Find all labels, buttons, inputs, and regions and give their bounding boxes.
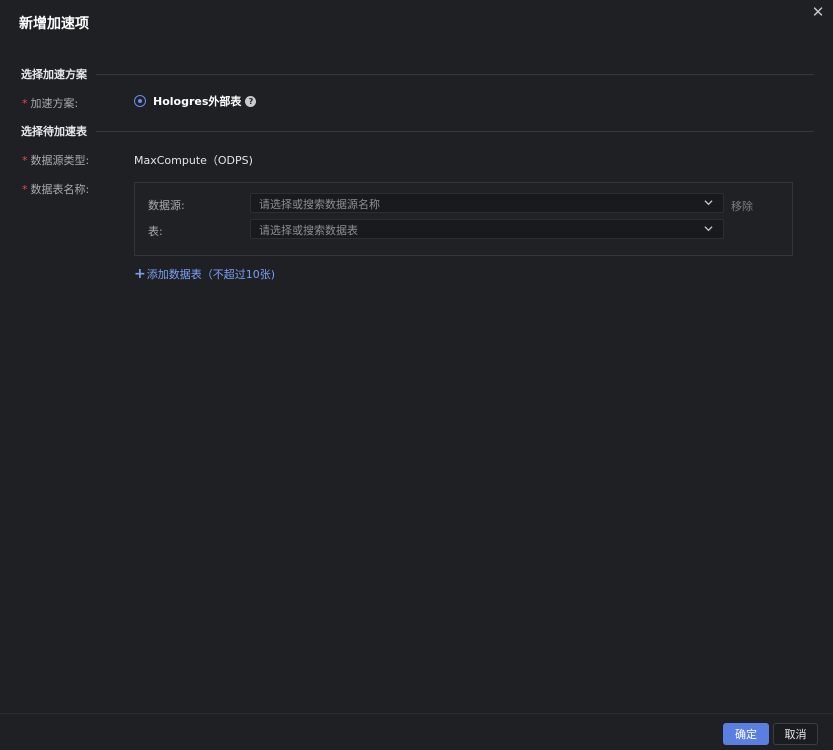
footer-divider — [0, 713, 833, 714]
cancel-button[interactable]: 取消 — [773, 723, 818, 745]
help-icon[interactable]: ? — [245, 95, 257, 107]
close-icon[interactable]: ✕ — [811, 4, 825, 20]
section-title-scheme: 选择加速方案 — [21, 68, 87, 81]
datasource-placeholder: 请选择或搜索数据源名称 — [259, 198, 380, 211]
plus-icon: + — [134, 266, 146, 282]
remove-button[interactable]: 移除 — [731, 198, 753, 214]
required-mark: * — [22, 154, 28, 167]
table-name-label: * 数据表名称: — [22, 181, 89, 197]
source-type-value: MaxCompute（ODPS) — [134, 154, 253, 167]
add-table-link[interactable]: + 添加数据表（不超过10张) — [134, 266, 275, 282]
add-table-label: 添加数据表（不超过10张) — [146, 268, 276, 281]
section-title-tables: 选择待加速表 — [21, 125, 87, 138]
required-mark: * — [22, 97, 28, 110]
chevron-down-icon — [704, 226, 713, 232]
table-label: 表: — [148, 225, 163, 238]
scheme-radio-hologres[interactable]: Hologres外部表 ? — [134, 93, 257, 109]
radio-selected-icon[interactable] — [134, 95, 146, 107]
dialog-title: 新增加速项 — [19, 16, 89, 32]
source-type-label-text: 数据源类型: — [30, 154, 90, 167]
section-divider — [96, 131, 814, 132]
scheme-option-label: Hologres外部表 — [153, 95, 242, 108]
chevron-down-icon — [704, 200, 713, 206]
table-placeholder: 请选择或搜索数据表 — [259, 224, 358, 237]
add-acceleration-dialog: 新增加速项 ✕ 选择加速方案 * 加速方案: Hologres外部表 ? 选择待加… — [0, 0, 833, 750]
required-mark: * — [22, 183, 28, 196]
source-type-label: * 数据源类型: — [22, 152, 89, 168]
datasource-select[interactable]: 请选择或搜索数据源名称 — [250, 193, 724, 213]
scheme-label: * 加速方案: — [22, 95, 78, 111]
confirm-button[interactable]: 确定 — [723, 723, 769, 745]
section-divider — [96, 74, 814, 75]
table-name-label-text: 数据表名称: — [30, 183, 90, 196]
scheme-label-text: 加速方案: — [30, 97, 79, 110]
datasource-label: 数据源: — [148, 199, 185, 212]
table-select[interactable]: 请选择或搜索数据表 — [250, 219, 724, 239]
